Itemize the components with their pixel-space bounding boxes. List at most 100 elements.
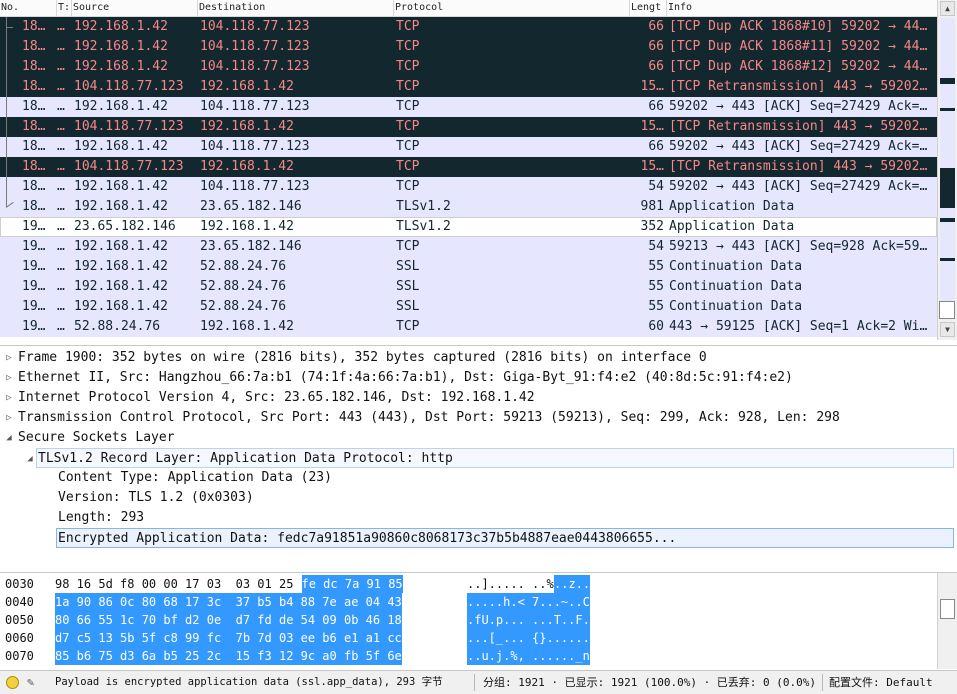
byte-row[interactable]: 0050 80 66 55 1c 70 bf d2 0e d7 fd de 54 … <box>0 611 937 629</box>
hex-bytes-selected: 1a 90 86 0c 80 68 17 3c 37 b5 b4 88 7e a… <box>55 593 402 611</box>
packet-protocol: TCP <box>396 239 420 254</box>
packet-row[interactable]: 19… … 192.168.1.42 23.65.182.146 TCP 54 59213 … <box>0 237 937 257</box>
hex-bytes-selected: fe dc 7a 91 85 <box>301 575 403 593</box>
column-header-info[interactable]: Info <box>667 0 937 16</box>
detail-tree-item[interactable]: ◢ TLSv1.2 Record Layer: Application Data … <box>27 448 954 468</box>
packet-length: 60 <box>648 319 664 334</box>
packet-time: … <box>57 219 65 234</box>
expert-info-status-icon[interactable] <box>6 676 19 689</box>
ascii-bytes-selected: .fU.p... ...T..F. <box>467 611 590 629</box>
packet-length: 66 <box>648 19 664 34</box>
column-header-destination[interactable]: Destination <box>198 0 394 16</box>
packet-number: 18… <box>22 79 46 94</box>
byte-offset: 0050 <box>5 613 34 627</box>
packet-row[interactable]: 18… … 192.168.1.42 104.118.77.123 TCP 54 59202… <box>0 177 937 197</box>
expanded-arrow-icon[interactable]: ◢ <box>25 449 35 469</box>
packet-row[interactable]: 18… … 192.168.1.42 104.118.77.123 TCP 66 59202… <box>0 137 937 157</box>
expanded-arrow-icon[interactable]: ◢ <box>4 428 14 448</box>
detail-tree-item[interactable]: ▷ Transmission Control Protocol, Src Port… <box>0 408 937 428</box>
column-header-length[interactable]: Lengt <box>630 0 667 16</box>
detail-tree-item[interactable]: ◢ Secure Sockets Layer <box>0 428 937 448</box>
packet-source: 192.168.1.42 <box>74 259 168 274</box>
collapsed-arrow-icon[interactable]: ▷ <box>4 408 14 428</box>
packet-row[interactable]: 19… … 23.65.182.146 192.168.1.42 TLSv1.2 352 A… <box>0 217 937 237</box>
packet-source: 23.65.182.146 <box>74 219 176 234</box>
packet-info: 59202 → 443 [ACK] Seq=27429 Ack=… <box>669 139 928 154</box>
packet-row[interactable]: 19… … 192.168.1.42 52.88.24.76 SSL 55 Continua… <box>0 297 937 317</box>
byte-row[interactable]: 0040 1a 90 86 0c 80 68 17 3c 37 b5 b4 88 … <box>0 593 937 611</box>
detail-text: Internet Protocol Version 4, Src: 23.65.… <box>18 390 535 405</box>
packet-number: 18… <box>22 19 46 34</box>
column-header-source[interactable]: Source <box>72 0 198 16</box>
related-packet-line <box>6 157 7 177</box>
packet-time: … <box>57 39 65 54</box>
packet-list[interactable]: No. T: Source Destination Protocol Lengt… <box>0 0 957 340</box>
scroll-up-arrow-icon[interactable]: ▲ <box>940 1 955 16</box>
packet-destination: 104.118.77.123 <box>200 99 310 114</box>
byte-row[interactable]: 0070 85 b6 75 d3 6a b5 25 2c 15 f3 12 9c … <box>0 647 937 665</box>
profile-indicator[interactable]: 配置文件: Default <box>829 671 933 694</box>
packet-info: Continuation Data <box>669 259 803 274</box>
packet-details-pane[interactable]: ▷ Frame 1900: 352 bytes on wire (2816 bit… <box>0 345 957 569</box>
column-header-time[interactable]: T: <box>57 0 72 16</box>
packet-protocol: TCP <box>396 159 420 174</box>
scroll-down-arrow-icon[interactable]: ▼ <box>940 322 955 337</box>
related-packet-line <box>6 177 7 197</box>
detail-text: Version: TLS 1.2 (0x0303) <box>58 490 254 505</box>
packet-row[interactable]: 18… … 192.168.1.42 104.118.77.123 TCP 66 [TCP … <box>0 37 937 57</box>
packet-list-scroll-thumb[interactable] <box>939 301 955 319</box>
packet-source: 192.168.1.42 <box>74 199 168 214</box>
packet-destination: 192.168.1.42 <box>200 119 294 134</box>
packet-row[interactable]: 19… … 192.168.1.42 52.88.24.76 SSL 55 Continua… <box>0 257 937 277</box>
packet-row[interactable]: 19… … 192.168.1.42 52.88.24.76 SSL 55 Continua… <box>0 277 937 297</box>
packet-length: 981 <box>640 199 664 214</box>
packet-row[interactable]: 18… … 192.168.1.42 104.118.77.123 TCP 66 [TCP … <box>0 17 937 37</box>
packet-source: 192.168.1.42 <box>74 39 168 54</box>
byte-row[interactable]: 0060 d7 c5 13 5b 5f c8 99 fc 7b 7d 03 ee … <box>0 629 937 647</box>
packet-row[interactable]: 18… … 104.118.77.123 192.168.1.42 TCP 15… [TCP… <box>0 157 937 177</box>
packet-row[interactable]: 18… … 192.168.1.42 104.118.77.123 TCP 66 59202… <box>0 97 937 117</box>
ascii-bytes-selected: ...[_... {}...... <box>467 629 590 647</box>
detail-tree-item[interactable]: Length: 293 <box>0 508 937 528</box>
related-packet-line <box>6 117 7 137</box>
related-packet-indicator <box>0 237 20 257</box>
packet-row[interactable]: 18… … 192.168.1.42 23.65.182.146 TLSv1.2 981 A… <box>0 197 937 217</box>
ascii-bytes-selected: .....h.< 7...~..C <box>467 593 590 611</box>
packet-protocol: TLSv1.2 <box>396 199 451 214</box>
column-header-no[interactable]: No. <box>0 0 57 16</box>
packet-bytes-pane[interactable]: 0030 98 16 5d f8 00 00 17 03 03 01 25 fe … <box>0 572 957 669</box>
ascii-bytes: ..]..... ..% <box>467 577 554 591</box>
packet-time: … <box>57 279 65 294</box>
detail-tree-item[interactable]: Content Type: Application Data (23) <box>0 468 937 488</box>
column-header-protocol[interactable]: Protocol <box>394 0 630 16</box>
bytes-scrollbar[interactable] <box>937 573 957 669</box>
packet-info: 59202 → 443 [ACK] Seq=27429 Ack=… <box>669 99 928 114</box>
detail-tree-item[interactable]: Encrypted Application Data: fedc7a91851a… <box>56 528 954 548</box>
collapsed-arrow-icon[interactable]: ▷ <box>4 388 14 408</box>
detail-tree-item[interactable]: ▷ Frame 1900: 352 bytes on wire (2816 bit… <box>0 348 937 368</box>
detail-tree-item[interactable]: ▷ Ethernet II, Src: Hangzhou_66:7a:b1 (74… <box>0 368 937 388</box>
status-separator <box>474 674 475 691</box>
detail-tree-item[interactable]: Version: TLS 1.2 (0x0303) <box>0 488 937 508</box>
edit-comment-icon[interactable]: ✎ <box>27 675 41 689</box>
packet-destination: 104.118.77.123 <box>200 179 310 194</box>
byte-row[interactable]: 0030 98 16 5d f8 00 00 17 03 03 01 25 fe … <box>0 575 937 593</box>
collapsed-arrow-icon[interactable]: ▷ <box>4 368 14 388</box>
packet-row[interactable]: 18… … 104.118.77.123 192.168.1.42 TCP 15… [TCP… <box>0 117 937 137</box>
bytes-scroll-thumb[interactable] <box>940 599 955 619</box>
packet-row[interactable]: 18… … 192.168.1.42 104.118.77.123 TCP 66 [TCP … <box>0 57 937 77</box>
minimap-mark <box>940 258 955 261</box>
packet-source: 104.118.77.123 <box>74 159 184 174</box>
packet-time: … <box>57 199 65 214</box>
packet-list-scrollbar[interactable]: ▲ ▼ <box>937 0 957 340</box>
packet-number: 18… <box>22 99 46 114</box>
packet-minimap[interactable] <box>940 18 955 318</box>
packet-destination: 192.168.1.42 <box>200 319 294 334</box>
packet-row[interactable]: 19… … 52.88.24.76 192.168.1.42 TCP 60 443 → 59… <box>0 317 937 337</box>
packet-destination: 52.88.24.76 <box>200 279 287 294</box>
packet-destination: 23.65.182.146 <box>200 199 302 214</box>
collapsed-arrow-icon[interactable]: ▷ <box>4 348 14 368</box>
packet-row[interactable]: 18… … 104.118.77.123 192.168.1.42 TCP 15… [TCP… <box>0 77 937 97</box>
detail-tree-item[interactable]: ▷ Internet Protocol Version 4, Src: 23.65… <box>0 388 937 408</box>
related-packet-line <box>6 57 7 77</box>
